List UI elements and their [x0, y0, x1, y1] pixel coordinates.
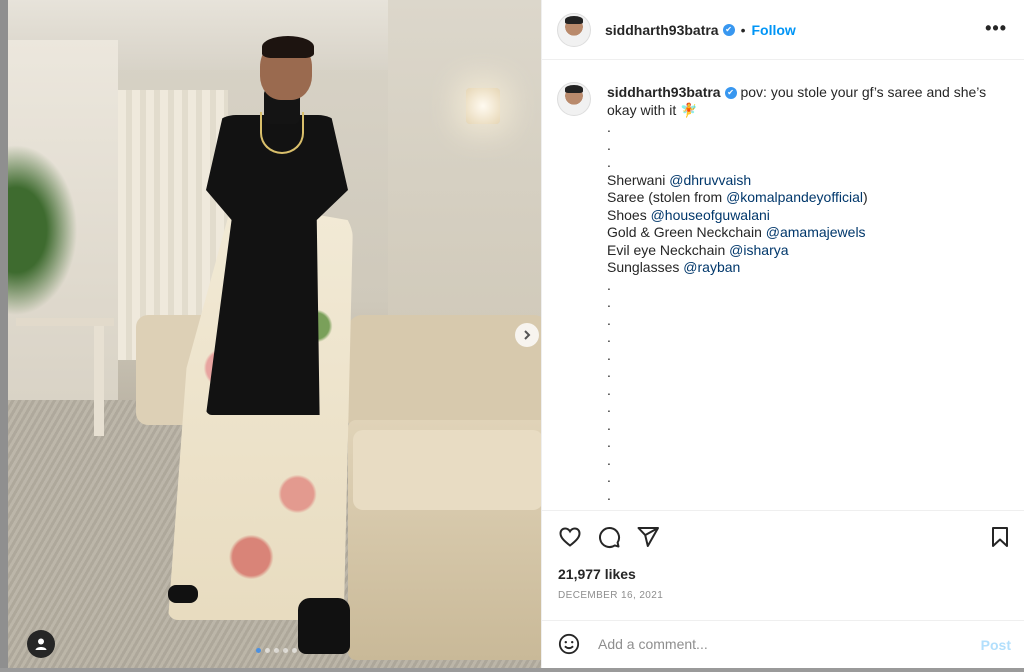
caption-dot-line: . — [607, 399, 611, 415]
photo-plant — [8, 130, 88, 330]
more-options-icon[interactable]: ••• — [985, 18, 1007, 39]
post-date[interactable]: DECEMBER 16, 2021 — [558, 590, 663, 601]
carousel-dots — [256, 648, 297, 653]
avatar[interactable] — [557, 82, 591, 116]
carousel-dot[interactable] — [265, 648, 270, 653]
photo-shoe — [168, 585, 198, 603]
photo-hair — [262, 36, 314, 58]
mention-link[interactable]: @dhruvvaish — [669, 172, 751, 188]
bookmark-icon[interactable] — [988, 525, 1012, 549]
comment-input[interactable] — [596, 635, 960, 653]
caption-dot-line: . — [607, 136, 611, 153]
caption-dot-line: . — [607, 434, 611, 450]
heart-icon[interactable] — [558, 525, 582, 549]
emoji-icon[interactable] — [558, 633, 580, 655]
post-photo[interactable] — [8, 0, 541, 668]
caption-dot-line: . — [607, 154, 611, 170]
follow-button[interactable]: Follow — [752, 22, 796, 38]
credit-label: Gold & Green Neckchain — [607, 224, 766, 240]
action-bar — [542, 510, 1024, 561]
photo-shoe — [298, 598, 350, 654]
carousel-dot[interactable] — [274, 648, 279, 653]
caption-dot-line: . — [607, 486, 611, 503]
caption-area: siddharth93batra ✔ pov: you stole your gf… — [557, 80, 1012, 505]
post-details-panel: siddharth93batra ✔ • Follow ••• siddhart… — [541, 0, 1024, 668]
mention-link[interactable]: @isharya — [729, 242, 788, 258]
photo-neckchain — [260, 112, 304, 154]
caption-dot-line: . — [607, 329, 611, 345]
caption-text: siddharth93batra ✔ pov: you stole your gf… — [607, 84, 1012, 504]
credit-label: Shoes — [607, 206, 651, 223]
likes-count[interactable]: 21,977 likes — [558, 566, 636, 582]
photo-wall-lamp — [466, 88, 500, 124]
comment-icon[interactable] — [597, 525, 621, 549]
separator-dot: • — [740, 21, 746, 38]
post-header: siddharth93batra ✔ • Follow ••• — [542, 0, 1024, 60]
caption-dots: ............. — [607, 277, 1012, 505]
mention-link[interactable]: @rayban — [683, 259, 740, 275]
credit-line: Saree (stolen from @komalpandeyofficial) — [607, 189, 1012, 207]
caption-dot-line: . — [607, 469, 611, 485]
carousel-next-button[interactable] — [515, 323, 539, 347]
credit-line: Evil eye Neckchain @isharya — [607, 242, 1012, 260]
caption-dot-line: . — [607, 416, 611, 433]
avatar[interactable] — [557, 12, 591, 47]
mention-link[interactable]: @houseofguwalani — [651, 207, 770, 223]
credit-label: Sherwani — [607, 171, 670, 188]
carousel-dot[interactable] — [283, 648, 288, 653]
photo-sofa-cushion — [353, 430, 541, 510]
verified-badge-icon: ✔ — [722, 23, 735, 36]
caption-dot-line: . — [607, 294, 611, 310]
credit-line: Shoes @houseofguwalani — [607, 207, 1012, 225]
caption-dot-line: . — [607, 364, 611, 380]
photo-table-leg — [94, 326, 104, 436]
caption-dot-line: . — [607, 381, 611, 398]
carousel-dot[interactable] — [256, 648, 261, 653]
caption-dots: ... — [607, 119, 1012, 172]
photo-sofa-back — [348, 315, 541, 425]
mention-link[interactable]: @komalpandeyofficial — [726, 189, 863, 205]
user-tags-button[interactable] — [27, 630, 55, 658]
credit-line: Sunglasses @rayban — [607, 259, 1012, 277]
header-username[interactable]: siddharth93batra — [605, 22, 719, 38]
send-icon[interactable] — [636, 525, 660, 549]
chevron-right-icon — [524, 330, 531, 340]
comment-bar: Post — [542, 620, 1024, 669]
fairy-emoji: 🧚 — [680, 101, 698, 118]
credit-line: Gold & Green Neckchain @amamajewels — [607, 224, 1012, 242]
post-comment-button[interactable]: Post — [981, 637, 1011, 653]
caption-dot-line: . — [607, 311, 611, 328]
carousel-dot[interactable] — [292, 648, 297, 653]
window-bottom-edge — [0, 668, 1024, 672]
caption-dot-line: . — [607, 451, 611, 468]
caption-dot-line: . — [607, 276, 611, 293]
mention-link[interactable]: @amamajewels — [766, 224, 866, 240]
credit-label: Saree (stolen from — [607, 189, 727, 205]
caption-dot-line: . — [607, 346, 611, 363]
credit-label: Sunglasses — [607, 259, 684, 275]
credit-suffix: ) — [862, 189, 868, 205]
photo-table — [16, 318, 114, 326]
caption-credits: Sherwani @dhruvvaish Saree (stolen from @… — [607, 172, 1012, 277]
verified-badge-icon: ✔ — [724, 87, 737, 100]
caption-dot-line: . — [607, 119, 611, 135]
user-tag-icon — [35, 638, 47, 650]
credit-line: Sherwani @dhruvvaish — [607, 172, 1012, 190]
credit-label: Evil eye Neckchain — [607, 241, 730, 258]
caption-username[interactable]: siddharth93batra — [607, 84, 721, 100]
